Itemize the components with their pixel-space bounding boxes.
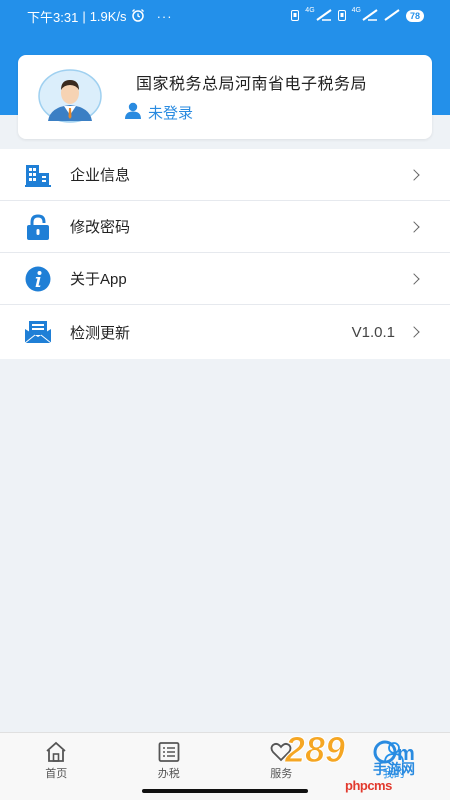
signal-2-label: 4G: [351, 6, 361, 14]
chevron-right-icon: [408, 326, 420, 338]
app-version: V1.0.1: [351, 323, 395, 341]
message-update-icon: [24, 318, 52, 346]
status-network-speed: 1.9K/s: [89, 8, 127, 24]
profile-card[interactable]: 国家税务总局河南省电子税务局 未登录: [18, 55, 432, 139]
list-icon: [157, 740, 181, 764]
tab-label: 首页: [45, 768, 68, 780]
alarm-icon: [131, 8, 145, 25]
signal-1-label: 4G: [305, 6, 315, 14]
chevron-right-icon: [408, 272, 420, 285]
avatar[interactable]: [38, 69, 102, 123]
signal-1-icon: [316, 8, 332, 24]
login-status-label: 未登录: [148, 105, 194, 122]
menu-item-label: 检测更新: [70, 324, 131, 342]
menu-item-check-update[interactable]: 检测更新 V1.0.1: [0, 305, 450, 359]
organization-name: 国家税务总局河南省电子税务局: [136, 76, 368, 93]
menu-item-change-password[interactable]: 修改密码: [0, 201, 450, 253]
tab-label: 办税: [157, 768, 180, 780]
sim-icon-2: [337, 9, 346, 24]
lock-icon: [24, 213, 52, 241]
svg-text:手游网: 手游网: [373, 761, 415, 777]
menu-item-about-app[interactable]: 关于App: [0, 253, 450, 305]
signal-2-icon: [362, 8, 378, 24]
watermark-logo: 289 m 手游网 phpcms: [284, 720, 450, 798]
person-icon: [124, 102, 142, 123]
svg-text:289: 289: [285, 729, 345, 770]
menu-item-label: 修改密码: [70, 219, 131, 236]
chevron-right-icon: [408, 220, 420, 233]
overflow-icon: ···: [156, 8, 173, 24]
settings-menu: 企业信息 修改密码 关于App 检测更新 V1.0.1: [0, 149, 450, 359]
status-time: 下午3:31: [27, 9, 79, 25]
menu-item-label: 企业信息: [70, 167, 131, 184]
home-icon: [44, 740, 68, 764]
status-bar: 下午3:31 | 1.9K/s ··· 4G 4G 78: [0, 0, 450, 32]
menu-item-company-info[interactable]: 企业信息: [0, 149, 450, 201]
tab-home[interactable]: 首页: [0, 733, 113, 800]
sim-icon: [291, 9, 300, 24]
wifi-icon: [384, 8, 400, 24]
chevron-right-icon: [408, 168, 420, 181]
info-icon: [24, 265, 52, 293]
login-status[interactable]: 未登录: [124, 102, 193, 123]
menu-item-label: 关于App: [70, 271, 127, 288]
home-indicator[interactable]: [142, 789, 308, 793]
watermark-domain: phpcms: [345, 778, 392, 793]
status-divider: |: [82, 8, 86, 24]
building-icon: [24, 161, 52, 189]
battery-indicator: 78: [405, 10, 424, 22]
